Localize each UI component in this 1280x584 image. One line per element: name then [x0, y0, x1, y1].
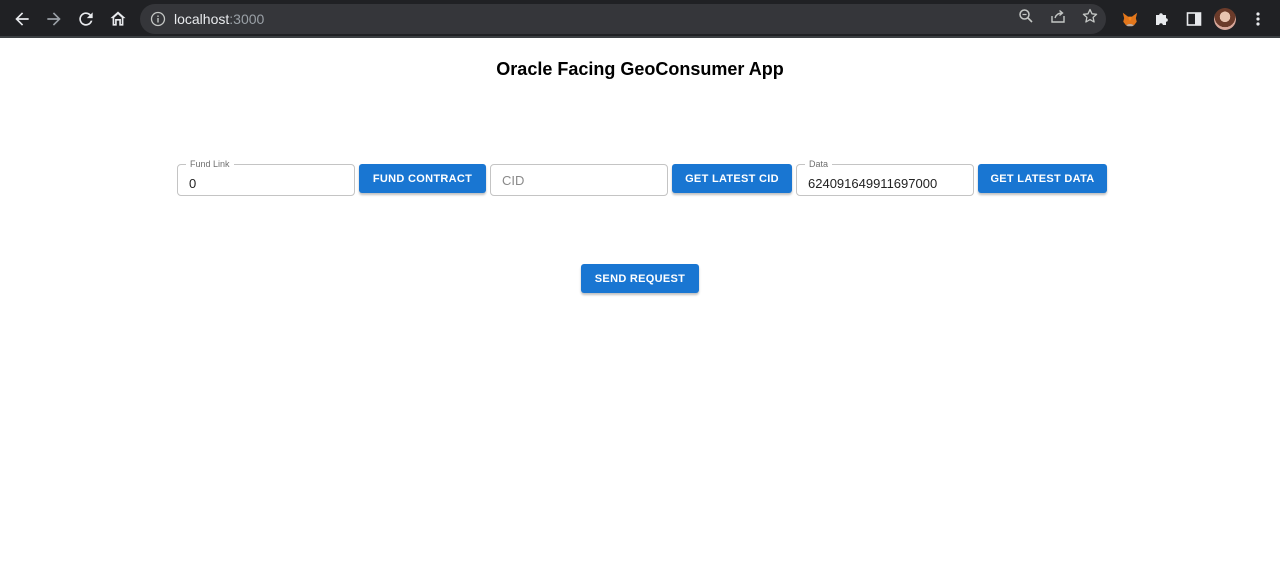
reload-icon[interactable] — [74, 7, 98, 31]
address-bar[interactable]: localhost:3000 — [140, 4, 1106, 34]
profile-avatar[interactable] — [1214, 8, 1236, 30]
browser-toolbar: localhost:3000 — [0, 0, 1280, 38]
page-title: Oracle Facing GeoConsumer App — [496, 59, 784, 79]
back-arrow-icon[interactable] — [10, 7, 34, 31]
data-input[interactable] — [797, 165, 973, 195]
cid-input[interactable] — [491, 165, 667, 195]
side-panel-icon[interactable] — [1184, 9, 1204, 29]
fund-link-field[interactable]: Fund Link — [177, 159, 355, 196]
url-host: localhost — [174, 11, 230, 27]
kebab-menu-icon[interactable] — [1248, 9, 1268, 29]
send-request-button[interactable]: SEND REQUEST — [581, 264, 699, 293]
url-port: :3000 — [229, 11, 265, 27]
data-field[interactable]: Data — [796, 159, 974, 196]
star-icon[interactable] — [1081, 7, 1099, 25]
info-icon[interactable] — [150, 11, 166, 27]
metamask-fox-icon[interactable] — [1120, 9, 1140, 29]
share-icon[interactable] — [1049, 7, 1067, 25]
get-latest-cid-button[interactable]: GET LATEST CID — [672, 164, 792, 193]
puzzle-extensions-icon[interactable] — [1152, 9, 1172, 29]
toolbar-divider — [0, 36, 1280, 38]
get-latest-data-button[interactable]: GET LATEST DATA — [978, 164, 1107, 193]
url-text: localhost:3000 — [174, 11, 264, 27]
cid-field[interactable] — [490, 164, 668, 196]
home-icon[interactable] — [106, 7, 130, 31]
zoom-icon[interactable] — [1017, 7, 1035, 25]
fund-link-input[interactable] — [178, 165, 354, 195]
forward-arrow-icon[interactable] — [42, 7, 66, 31]
fund-contract-button[interactable]: FUND CONTRACT — [359, 164, 486, 193]
